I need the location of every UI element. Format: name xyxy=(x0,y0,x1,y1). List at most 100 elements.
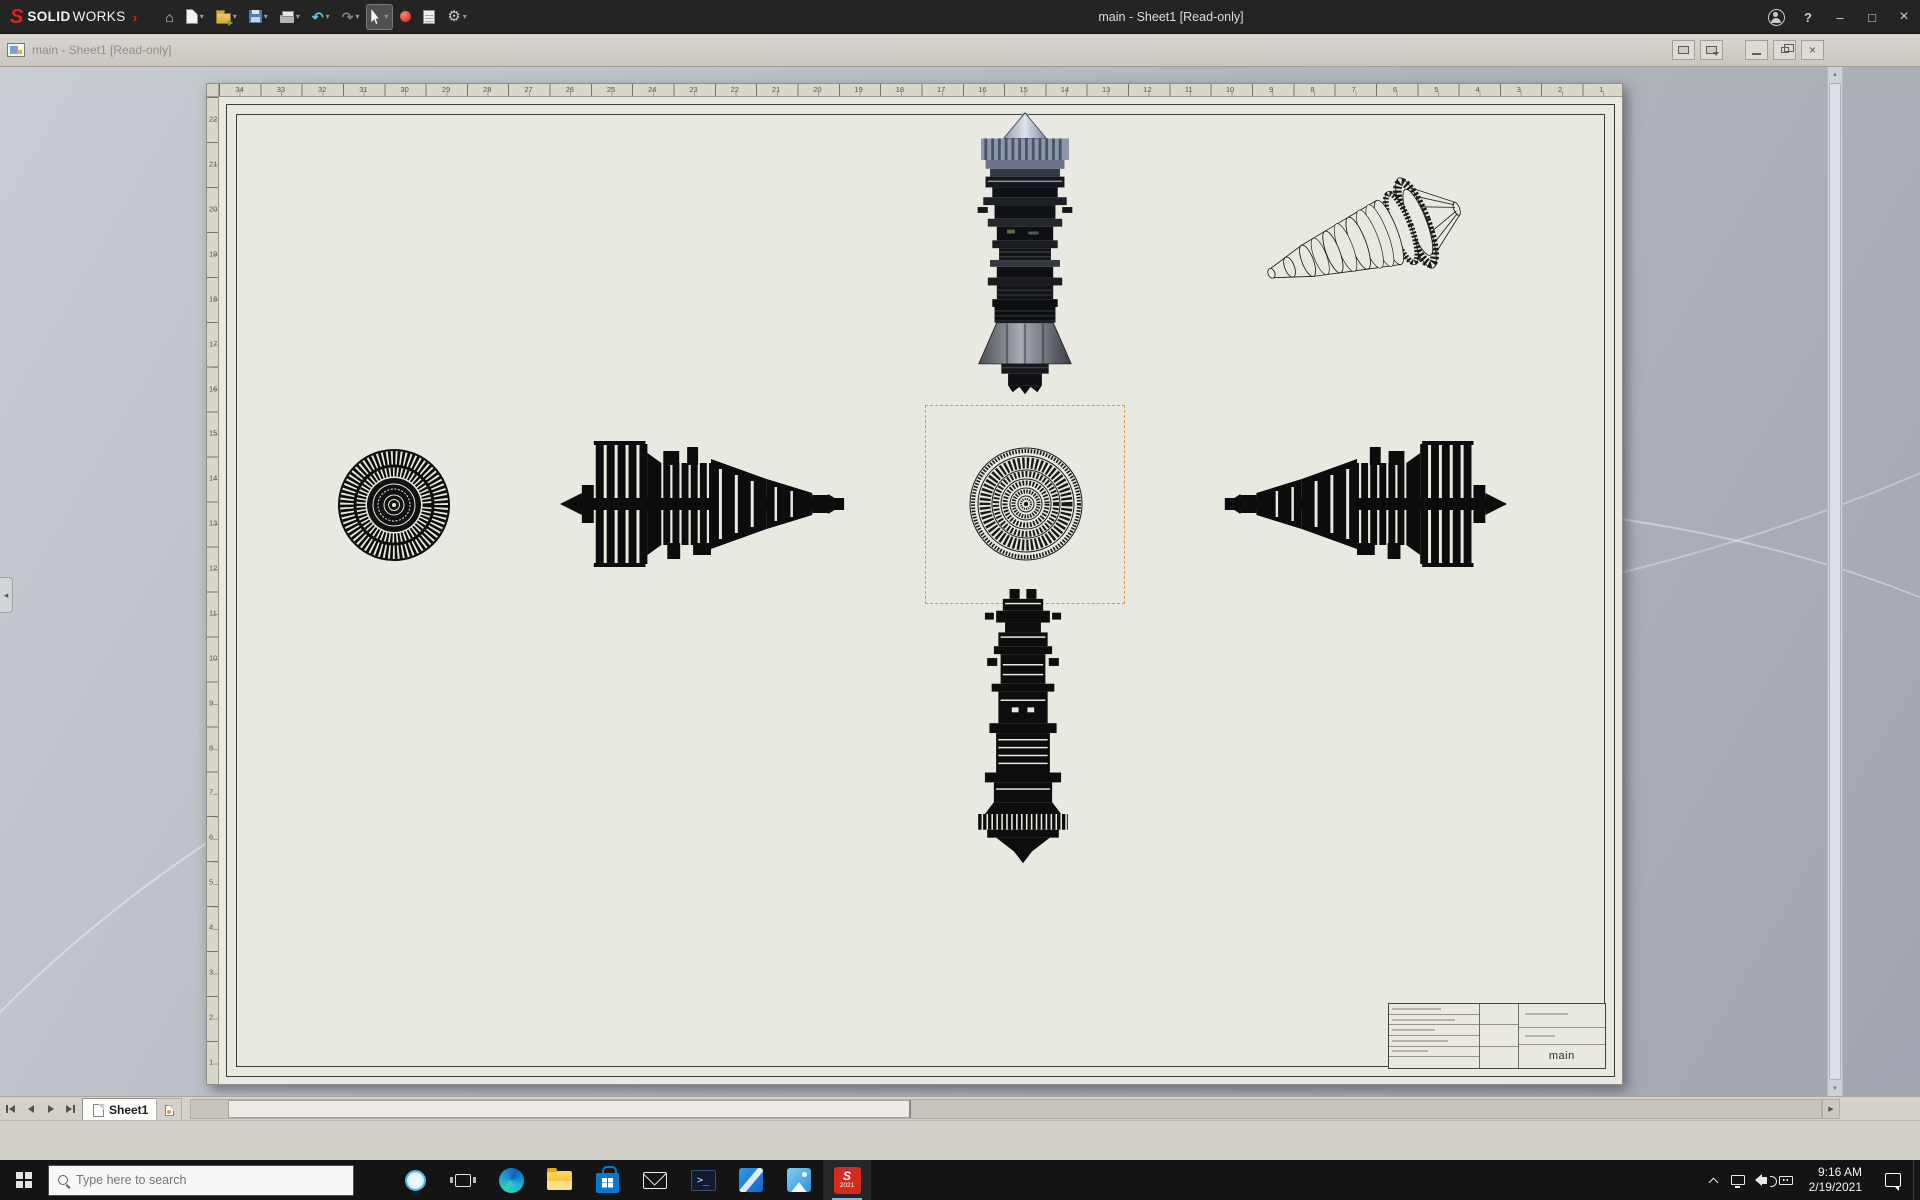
taskbar-clock[interactable]: 9:16 AM 2/19/2021 xyxy=(1798,1165,1873,1195)
brand-chevron-icon[interactable]: › xyxy=(133,9,138,25)
ruler-label: 1 xyxy=(209,1057,214,1067)
sheet-paper[interactable]: main xyxy=(219,97,1622,1084)
document-pane-buttons xyxy=(1672,40,1723,60)
drawing-view-front-selected[interactable] xyxy=(966,444,1086,564)
user-account-icon xyxy=(1767,8,1785,26)
doc-restore-button[interactable] xyxy=(1773,40,1796,60)
dropdown-icon[interactable]: ▾ xyxy=(296,12,300,21)
next-sheet-button[interactable] xyxy=(42,1100,59,1118)
start-button[interactable] xyxy=(0,1160,48,1200)
open-button[interactable]: ▾ xyxy=(211,4,242,30)
vertical-scrollbar-thumb[interactable] xyxy=(1829,83,1841,1080)
drawing-view-top[interactable] xyxy=(963,111,1087,405)
horizontal-scrollbar-track[interactable] xyxy=(190,1099,1822,1119)
scroll-right-button[interactable]: ▶ xyxy=(1822,1099,1840,1119)
microsoft-store-icon xyxy=(595,1165,619,1193)
microsoft-store-button[interactable] xyxy=(583,1160,631,1200)
ruler-label: 17 xyxy=(209,339,218,349)
vertical-scrollbar[interactable]: ▲ ▼ xyxy=(1827,67,1843,1096)
dropdown-icon[interactable]: ▾ xyxy=(463,12,467,21)
ruler-label: 11 xyxy=(1184,85,1193,94)
rebuild-button[interactable] xyxy=(395,4,416,30)
ruler-label: 8 xyxy=(1310,85,1315,94)
last-sheet-button[interactable] xyxy=(62,1100,79,1118)
keyboard-tray-button[interactable] xyxy=(1774,1160,1798,1200)
sheet-tab-label: Sheet1 xyxy=(109,1103,149,1117)
ruler-label: 18 xyxy=(895,85,905,94)
code-app-button[interactable] xyxy=(727,1160,775,1200)
terminal-button[interactable]: >_ xyxy=(679,1160,727,1200)
ruler-label: 15 xyxy=(1019,85,1028,94)
previous-sheet-button[interactable] xyxy=(22,1100,39,1118)
mail-button[interactable] xyxy=(631,1160,679,1200)
dropdown-icon[interactable]: ▾ xyxy=(384,12,388,21)
dropdown-icon[interactable]: ▾ xyxy=(264,12,268,21)
undo-button[interactable]: ↶ ▾ xyxy=(307,4,335,30)
title-block-drawing-name: main xyxy=(1548,1050,1575,1063)
doc-window-button[interactable] xyxy=(1672,40,1695,60)
horizontal-scrollbar-thumb[interactable] xyxy=(228,1100,911,1118)
tab-sheet1[interactable]: Sheet1 xyxy=(82,1098,160,1121)
solidworks-taskbar-button[interactable]: S 2021 xyxy=(823,1160,871,1200)
search-icon xyxy=(58,1175,68,1185)
close-button[interactable]: × xyxy=(1888,0,1920,34)
maximize-button[interactable]: □ xyxy=(1856,0,1888,34)
taskbar-search[interactable] xyxy=(48,1164,354,1196)
network-tray-button[interactable] xyxy=(1726,1160,1750,1200)
add-sheet-dot-icon xyxy=(166,1109,171,1114)
print-button[interactable]: ▾ xyxy=(275,4,305,30)
chevron-up-icon xyxy=(1708,1177,1719,1187)
new-document-button[interactable]: ▾ xyxy=(181,4,209,30)
ruler-label: 1 xyxy=(1599,85,1604,94)
file-properties-button[interactable] xyxy=(418,4,440,30)
file-explorer-button[interactable] xyxy=(535,1160,583,1200)
scroll-up-icon[interactable]: ▲ xyxy=(1828,67,1842,82)
search-input[interactable] xyxy=(76,1173,344,1187)
drawing-view-right-side[interactable] xyxy=(1211,439,1507,569)
dropdown-icon[interactable]: ▾ xyxy=(200,12,204,21)
account-button[interactable] xyxy=(1760,0,1792,34)
edge-button[interactable] xyxy=(487,1160,535,1200)
redo-button[interactable]: ↷ ▾ xyxy=(337,4,365,30)
ruler-label: 10 xyxy=(1225,85,1235,94)
scroll-down-icon[interactable]: ▼ xyxy=(1828,1081,1842,1096)
help-button[interactable]: ? xyxy=(1792,0,1824,34)
doc-minimize-button[interactable] xyxy=(1745,40,1768,60)
doc-window-button[interactable] xyxy=(1700,40,1723,60)
drawing-view-left-front[interactable] xyxy=(334,445,454,565)
brand-solid: SOLID xyxy=(27,9,71,24)
title-block-microtext xyxy=(1524,1013,1568,1016)
dropdown-icon[interactable]: ▾ xyxy=(233,12,237,21)
dropdown-icon[interactable]: ▾ xyxy=(355,12,359,21)
options-button[interactable]: ⚙ ▾ xyxy=(442,4,471,30)
title-block-microtext xyxy=(1392,1018,1455,1021)
ruler-label: 12 xyxy=(209,563,218,573)
previous-icon xyxy=(9,1105,15,1113)
drawing-view-isometric[interactable] xyxy=(1235,155,1485,330)
select-tool-button[interactable]: ▾ xyxy=(366,3,394,30)
feature-panel-collapse-tab[interactable]: ◂ xyxy=(0,577,13,613)
drawing-view-bottom[interactable] xyxy=(967,589,1079,885)
show-hidden-icons-button[interactable] xyxy=(1702,1160,1726,1200)
show-desktop-button[interactable] xyxy=(1913,1160,1920,1200)
title-block-middle-column xyxy=(1479,1004,1519,1068)
action-center-button[interactable] xyxy=(1873,1160,1913,1200)
solidworks-logo-icon: S xyxy=(10,5,24,28)
restore-icon xyxy=(1780,44,1794,53)
title-block[interactable]: main xyxy=(1388,1003,1606,1069)
home-button[interactable]: ⌂ xyxy=(160,4,178,30)
photos-app-button[interactable] xyxy=(775,1160,823,1200)
first-sheet-button[interactable] xyxy=(2,1100,19,1118)
dropdown-icon[interactable]: ▾ xyxy=(326,12,330,21)
minimize-button[interactable]: – xyxy=(1824,0,1856,34)
add-sheet-tab[interactable] xyxy=(156,1098,182,1121)
graphics-viewport[interactable]: ◂ 34 33 32 31 30 29 28 27 26 25 24 23 22 21 20 19 18 17 16… xyxy=(0,67,1920,1096)
cortana-button[interactable] xyxy=(391,1160,439,1200)
volume-tray-button[interactable] xyxy=(1750,1160,1778,1200)
drawing-view-left-side[interactable] xyxy=(560,439,858,569)
ruler-label: 4 xyxy=(209,922,214,932)
task-view-button[interactable] xyxy=(439,1160,487,1200)
status-bar xyxy=(0,1120,1920,1160)
save-button[interactable]: ▾ xyxy=(244,4,273,30)
doc-close-button[interactable]: × xyxy=(1801,40,1824,60)
